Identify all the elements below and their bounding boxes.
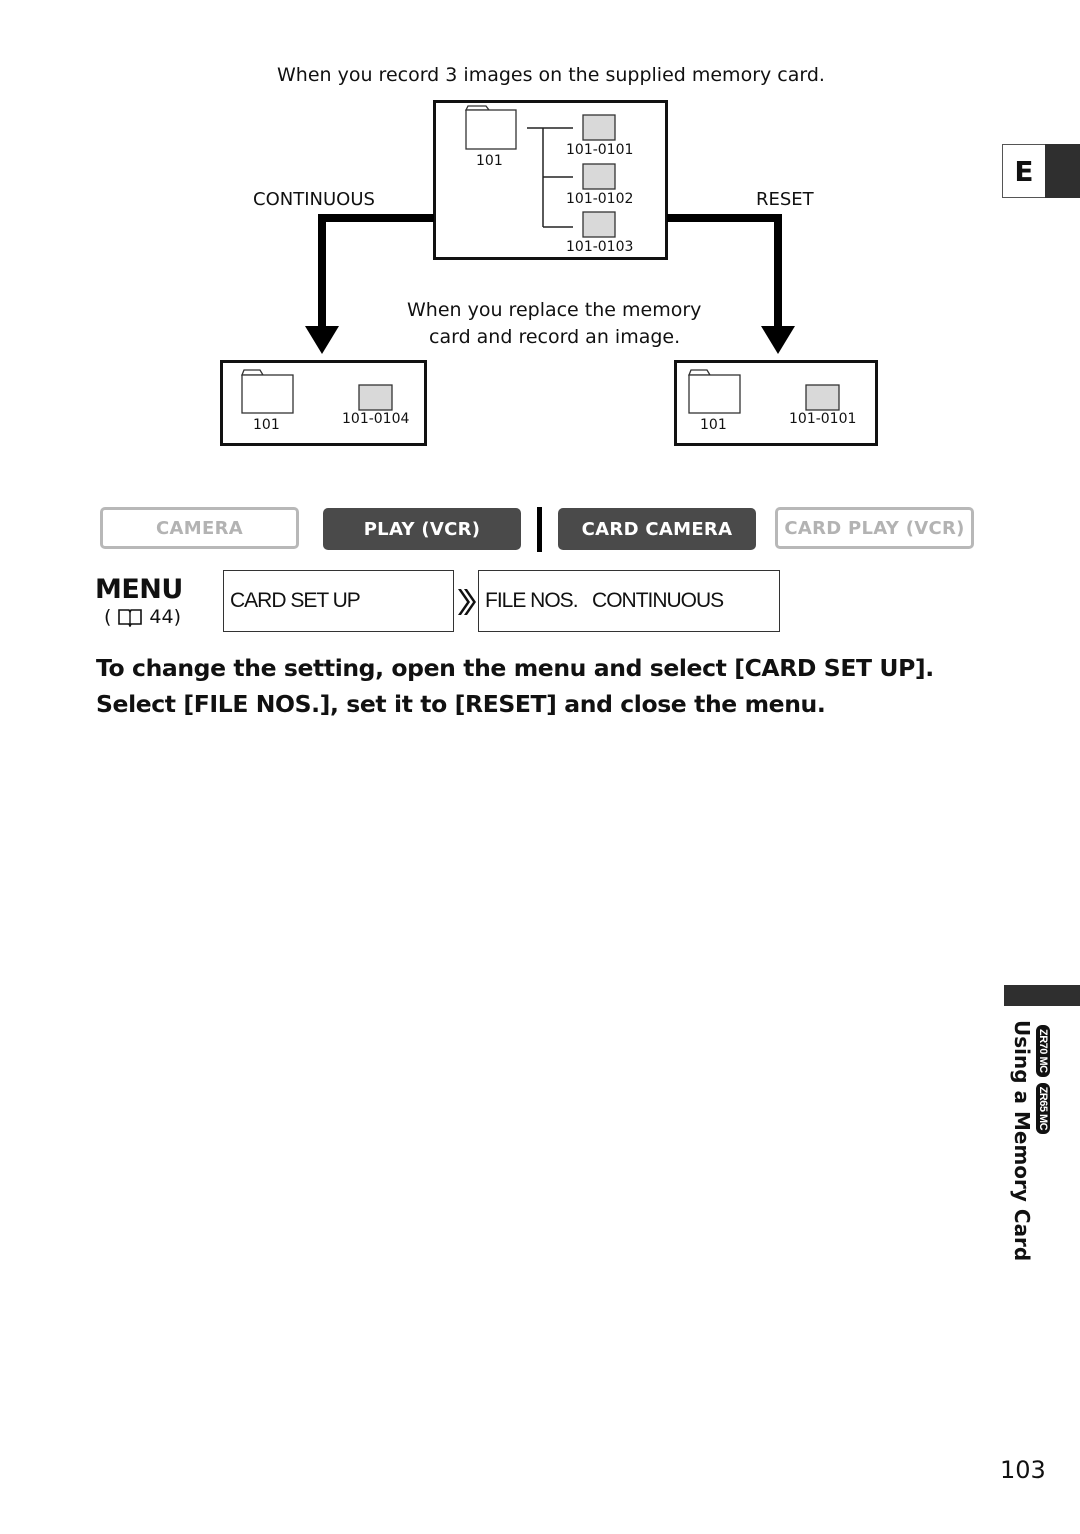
image-file-icon	[582, 163, 616, 190]
menu-label: MENU	[95, 574, 183, 605]
image-file-icon	[582, 114, 616, 141]
mode-card-play-vcr: CARD PLAY (VCR)	[775, 507, 974, 549]
mode-camera: CAMERA	[100, 507, 299, 549]
image-file-icon	[582, 211, 616, 238]
page-number: 103	[1000, 1456, 1046, 1484]
file-name: 101-0101	[566, 142, 634, 158]
model-badge-zr70: ZR70 MC	[1036, 1025, 1050, 1077]
middle-caption-line2: card and record an image.	[429, 326, 681, 348]
arrow-down-icon	[305, 326, 339, 354]
mode-play-vcr: PLAY (VCR)	[323, 508, 521, 550]
folder-icon	[688, 369, 741, 414]
file-name: 101-0102	[566, 191, 634, 207]
menu-step-card-set-up: CARD SET UP	[223, 570, 454, 632]
folder-icon	[241, 369, 294, 414]
model-badges: ZR70 MC ZR65 MC	[1030, 1025, 1050, 1150]
top-caption: When you record 3 images on the supplied…	[277, 64, 825, 86]
language-tab-marker	[1045, 144, 1080, 198]
instruction-text: To change the setting, open the menu and…	[96, 654, 934, 718]
folder-icon	[464, 105, 517, 150]
double-chevron-right-icon	[458, 589, 476, 615]
file-name: 101-0103	[566, 239, 634, 255]
language-letter: E	[1002, 144, 1046, 198]
menu-page-reference: ( 44)	[104, 606, 181, 628]
folder-name: 101	[700, 417, 727, 433]
section-marker-bar	[1004, 985, 1080, 1006]
reference-page: 44)	[149, 606, 182, 628]
book-icon	[118, 609, 143, 627]
file-numbering-diagram: When you record 3 images on the supplied…	[0, 0, 1080, 470]
mode-card-camera: CARD CAMERA	[558, 508, 756, 550]
arrow-down-icon	[761, 326, 795, 354]
continuous-label: CONTINUOUS	[253, 189, 375, 210]
image-file-icon	[358, 384, 393, 411]
image-file-icon	[805, 384, 840, 411]
file-name: 101-0104	[342, 411, 410, 427]
middle-caption-line1: When you replace the memory	[407, 299, 702, 321]
menu-step-file-nos: FILE NOS. CONTINUOUS	[478, 570, 780, 632]
language-tab: E	[1002, 144, 1080, 198]
mode-separator	[537, 507, 542, 552]
model-badge-zr65: ZR65 MC	[1036, 1082, 1050, 1135]
folder-name: 101	[476, 153, 503, 169]
file-name: 101-0101	[789, 411, 857, 427]
paren-open: (	[104, 606, 112, 628]
folder-name: 101	[253, 417, 280, 433]
reset-label: RESET	[756, 189, 814, 210]
